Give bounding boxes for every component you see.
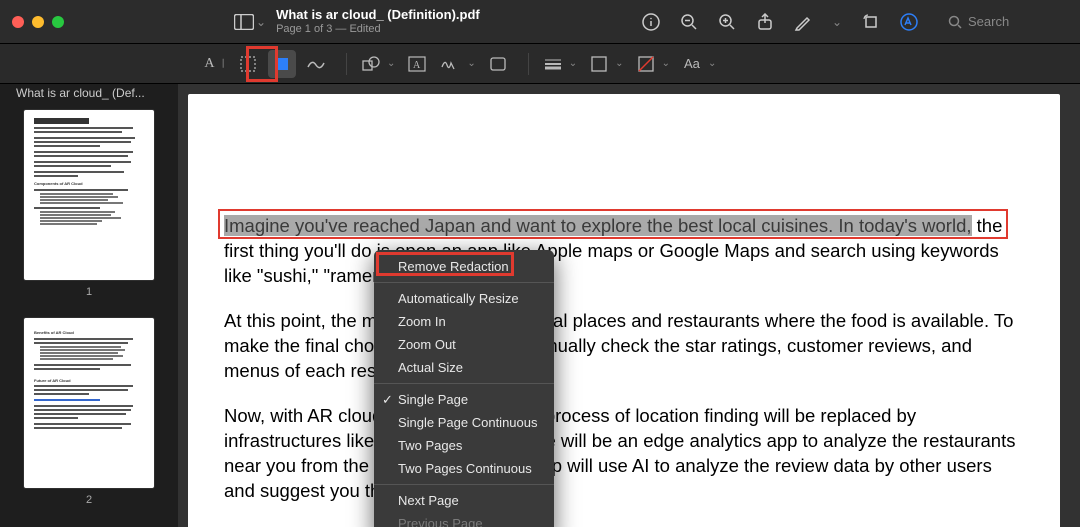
search-placeholder: Search <box>968 14 1009 29</box>
zoom-in-icon[interactable] <box>716 11 738 33</box>
rectangle-select-icon[interactable] <box>234 50 262 78</box>
pdf-page[interactable]: Imagine you've reached Japan and want to… <box>188 94 1060 527</box>
shapes-icon[interactable] <box>357 50 385 78</box>
rotate-icon[interactable] <box>860 11 882 33</box>
paragraph-3: Now, with AR cloud, this whole tedious p… <box>224 404 1024 504</box>
menu-item-label: Next Page <box>398 493 459 508</box>
markup-icon[interactable] <box>898 11 920 33</box>
minimize-window-button[interactable] <box>32 16 44 28</box>
divider <box>346 53 347 75</box>
menu-item-label: Two Pages <box>398 438 462 453</box>
chevron-down-icon[interactable]: ⌄ <box>615 58 623 69</box>
text-box-icon[interactable]: A <box>403 50 431 78</box>
chevron-down-icon[interactable]: ⌄ <box>830 15 844 29</box>
window-controls <box>12 16 64 28</box>
main-area: What is ar cloud_ (Def... Components of … <box>0 84 1080 527</box>
menu-item-label: Previous Page <box>398 516 483 527</box>
menu-item-two-pages[interactable]: Two Pages <box>374 434 554 457</box>
context-menu: Remove Redaction Automatically Resize Zoom… <box>374 250 554 527</box>
menu-item-single-page[interactable]: ✓ Single Page <box>374 388 554 411</box>
menu-item-previous-page: Previous Page <box>374 512 554 527</box>
menu-item-label: Automatically Resize <box>398 291 519 306</box>
fill-color-icon[interactable] <box>632 50 660 78</box>
menu-item-zoom-in[interactable]: Zoom In <box>374 310 554 333</box>
thumbnail-sidebar: What is ar cloud_ (Def... Components of … <box>0 84 178 527</box>
highlight-icon[interactable] <box>792 11 814 33</box>
check-icon: ✓ <box>382 392 393 408</box>
thumbnail-label: 1 <box>12 286 166 298</box>
svg-text:A: A <box>413 60 421 71</box>
stroke-color-icon[interactable] <box>585 50 613 78</box>
chevron-down-icon[interactable]: ⌄ <box>708 58 716 69</box>
titlebar: ⌄ What is ar cloud_ (Definition).pdf Pag… <box>0 0 1080 44</box>
sketch-icon[interactable] <box>302 50 330 78</box>
close-window-button[interactable] <box>12 16 24 28</box>
thumb-heading: Future of AR Cloud <box>34 378 144 384</box>
menu-item-label: Actual Size <box>398 360 463 375</box>
markup-toolbar: A⎹ ⌄ A ⌄ ⌄ ⌄ ⌄ Aa⌄ <box>0 44 1080 84</box>
menu-item-automatically-resize[interactable]: Automatically Resize <box>374 287 554 310</box>
chevron-down-icon[interactable]: ⌄ <box>662 58 670 69</box>
menu-separator <box>374 282 554 283</box>
menu-item-label: Remove Redaction <box>398 259 509 274</box>
sign-icon[interactable] <box>437 50 465 78</box>
paragraph-1: Imagine you've reached Japan and want to… <box>224 214 1024 289</box>
zoom-out-icon[interactable] <box>678 11 700 33</box>
chevron-down-icon[interactable]: ⌄ <box>569 58 577 69</box>
chevron-down-icon[interactable]: ⌄ <box>387 58 395 69</box>
thumb-heading: Benefits of AR Cloud <box>34 330 144 336</box>
menu-item-label: Single Page Continuous <box>398 415 538 430</box>
menu-item-remove-redaction[interactable]: Remove Redaction <box>374 255 554 278</box>
menu-item-label: Two Pages Continuous <box>398 461 532 476</box>
thumbnail-page-2[interactable]: Benefits of AR Cloud Future of AR Cloud <box>24 318 154 488</box>
note-icon[interactable] <box>484 50 512 78</box>
menu-item-label: Single Page <box>398 392 468 407</box>
share-icon[interactable] <box>754 11 776 33</box>
title-block: What is ar cloud_ (Definition).pdf Page … <box>276 7 480 36</box>
thumbnail-label: 2 <box>12 494 166 506</box>
document-title: What is ar cloud_ (Definition).pdf <box>276 7 480 23</box>
menu-item-label: Zoom In <box>398 314 446 329</box>
text-selection-icon[interactable]: A⎹ <box>200 50 228 78</box>
divider <box>528 53 529 75</box>
menu-separator <box>374 383 554 384</box>
fullscreen-window-button[interactable] <box>52 16 64 28</box>
toolbar-actions: ⌄ Search <box>640 11 1068 33</box>
info-icon[interactable] <box>640 11 662 33</box>
menu-item-single-page-continuous[interactable]: Single Page Continuous <box>374 411 554 434</box>
redacted-text[interactable]: Imagine you've reached Japan and want to… <box>224 215 972 236</box>
thumbnail-page-1[interactable]: Components of AR Cloud <box>24 110 154 280</box>
menu-item-zoom-out[interactable]: Zoom Out <box>374 333 554 356</box>
menu-item-label: Zoom Out <box>398 337 456 352</box>
document-viewer[interactable]: Imagine you've reached Japan and want to… <box>178 84 1080 527</box>
chevron-down-icon: ⌄ <box>254 15 268 29</box>
text-style-icon[interactable]: Aa <box>678 50 706 78</box>
sidebar-title: What is ar cloud_ (Def... <box>12 84 166 110</box>
chevron-down-icon[interactable]: ⌄ <box>467 58 475 69</box>
line-style-icon[interactable] <box>539 50 567 78</box>
document-subtitle: Page 1 of 3 — Edited <box>276 23 480 36</box>
menu-item-actual-size[interactable]: Actual Size <box>374 356 554 379</box>
redact-icon[interactable] <box>268 50 296 78</box>
menu-separator <box>374 484 554 485</box>
menu-item-two-pages-continuous[interactable]: Two Pages Continuous <box>374 457 554 480</box>
paragraph-2: At this point, the map will give you sev… <box>224 309 1024 384</box>
sidebar-toggle-icon[interactable]: ⌄ <box>234 14 268 30</box>
menu-item-next-page[interactable]: Next Page <box>374 489 554 512</box>
search-field[interactable]: Search <box>948 14 1068 29</box>
thumb-heading: Components of AR Cloud <box>34 181 144 187</box>
